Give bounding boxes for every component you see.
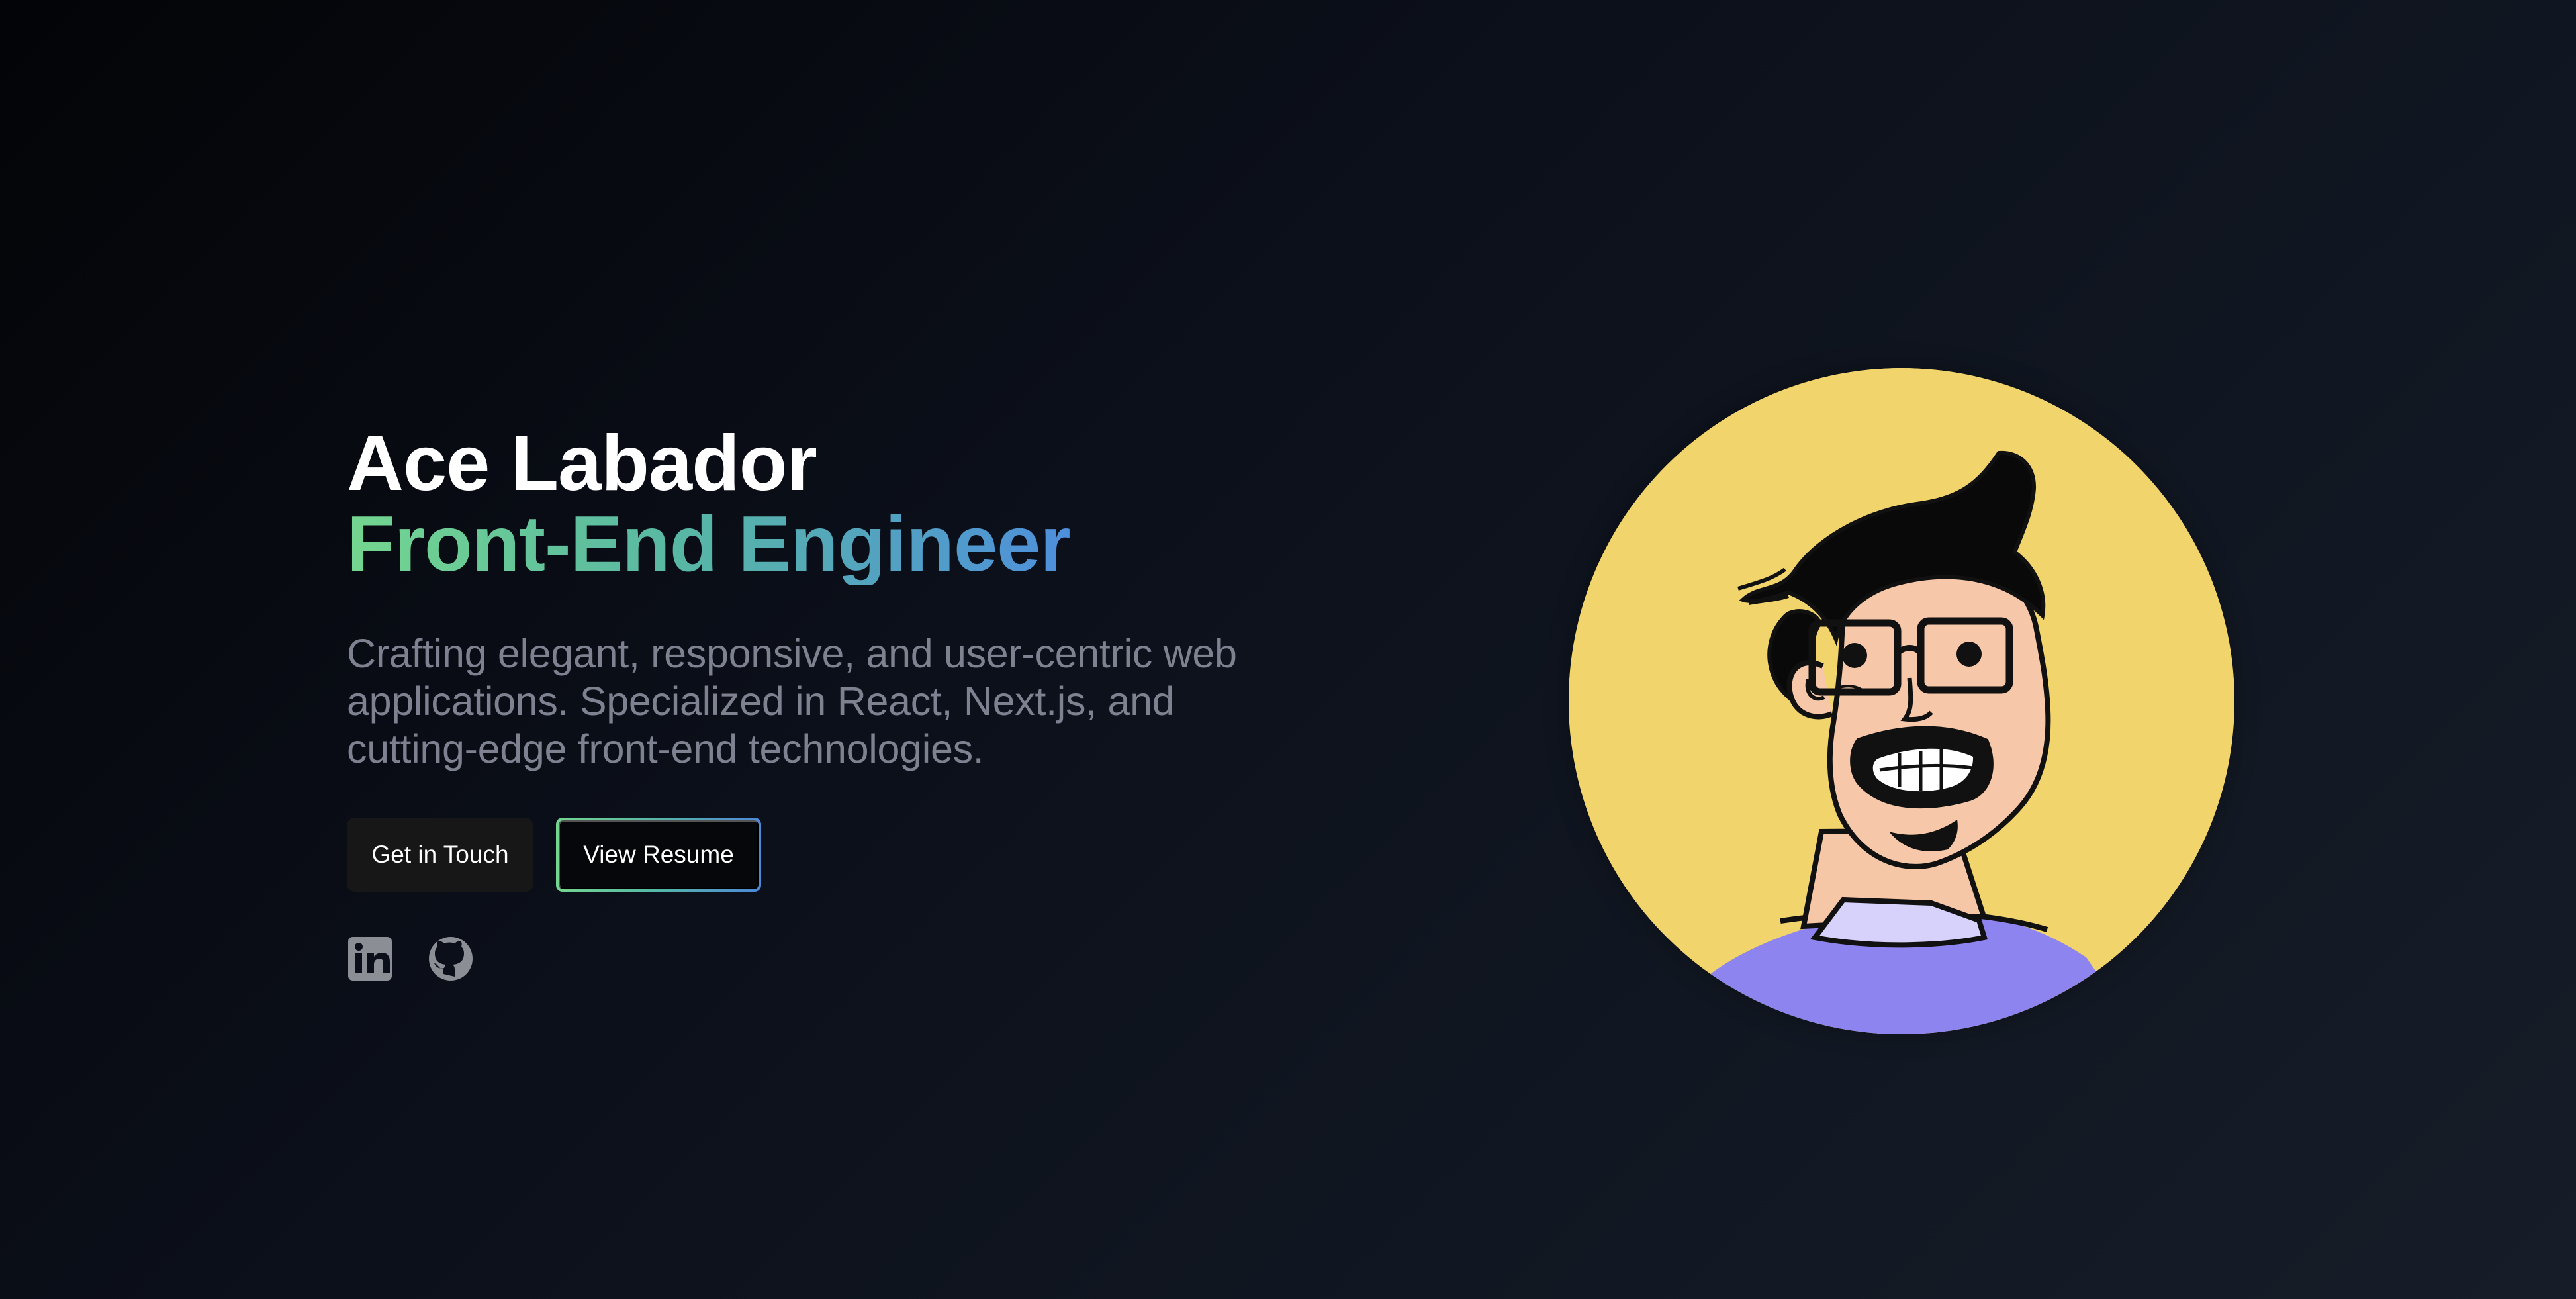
hero-actions: Get in Touch View Resume xyxy=(347,818,1287,892)
hero-description: Crafting elegant, responsive, and user-c… xyxy=(347,631,1237,771)
developer-title: Front-End Engineer xyxy=(347,500,1071,588)
linkedin-link[interactable] xyxy=(347,936,393,982)
view-resume-button-border[interactable]: View Resume xyxy=(556,818,761,892)
linkedin-icon xyxy=(348,937,392,981)
view-resume-button[interactable]: View Resume xyxy=(559,820,759,889)
developer-name: Ace Labador xyxy=(347,419,817,507)
social-links xyxy=(347,936,1287,982)
get-in-touch-button[interactable]: Get in Touch xyxy=(347,818,533,892)
github-icon xyxy=(429,937,473,981)
hero-section: Ace Labador Front-End Engineer Crafting … xyxy=(0,0,2576,1299)
developer-avatar-illustration xyxy=(1569,368,2234,1034)
avatar xyxy=(1569,368,2234,1034)
github-link[interactable] xyxy=(428,936,474,982)
hero-content: Ace Labador Front-End Engineer Crafting … xyxy=(347,424,1287,982)
